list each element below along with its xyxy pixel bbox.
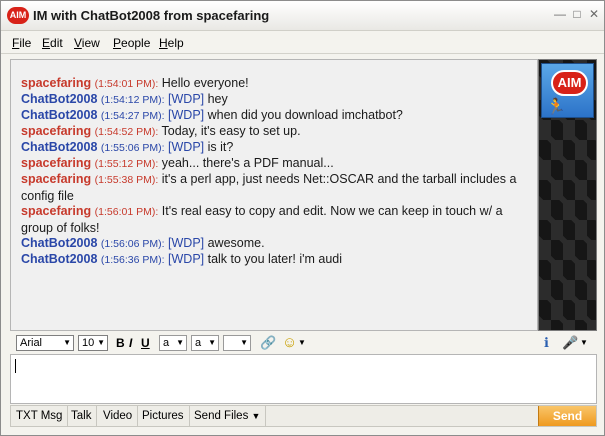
message-time: (1:54:27 PM):: [100, 110, 165, 122]
menu-view[interactable]: View: [74, 36, 100, 50]
format-toolbar: Arial ▼ 10 ▼ B I U a ▼ a ▼ ▼ 🔗 ☺ ▼ ℹ 🎤 ▼: [10, 332, 597, 354]
font-select[interactable]: Arial ▼: [16, 335, 74, 351]
send-button[interactable]: Send: [538, 406, 596, 426]
message-text: Hello everyone!: [161, 76, 249, 90]
message-sender: ChatBot2008: [21, 92, 98, 106]
chevron-down-icon[interactable]: ▼: [580, 335, 588, 351]
video-button[interactable]: Video: [98, 406, 139, 426]
message-sender: spacefaring: [21, 172, 92, 186]
maximize-button[interactable]: □: [569, 7, 585, 21]
message-text: is it?: [207, 140, 234, 154]
message-sender: spacefaring: [21, 156, 92, 170]
send-files-button[interactable]: Send Files ▼: [189, 406, 267, 426]
message-time: (1:55:06 PM):: [100, 142, 165, 154]
chat-message: spacefaring (1:54:52 PM): Today, it's ea…: [21, 123, 526, 140]
message-tag: [WDP]: [168, 92, 205, 106]
message-tag: [WDP]: [168, 236, 205, 250]
expression-panel: AIM 🏃: [538, 59, 597, 331]
message-tag: [WDP]: [168, 140, 205, 154]
chat-message: spacefaring (1:54:01 PM): Hello everyone…: [21, 75, 526, 92]
menu-edit[interactable]: Edit: [42, 36, 63, 50]
message-text: It's real easy to copy and edit. Now we …: [21, 204, 503, 235]
chat-message: spacefaring (1:56:01 PM): It's real easy…: [21, 203, 526, 236]
menu-bar: File Edit View People Help: [1, 32, 604, 54]
menu-file[interactable]: File: [12, 36, 31, 50]
chevron-down-icon: ▼: [97, 338, 105, 347]
text-color-glyph: a: [163, 337, 170, 349]
message-time: (1:56:06 PM):: [100, 238, 165, 250]
message-sender: ChatBot2008: [21, 140, 98, 154]
message-input[interactable]: [10, 354, 597, 404]
message-time: (1:56:36 PM):: [100, 254, 165, 266]
chat-message: ChatBot2008 (1:56:06 PM): [WDP] awesome.: [21, 235, 526, 252]
close-button[interactable]: ✕: [586, 7, 602, 21]
message-time: (1:54:52 PM):: [94, 126, 159, 138]
txt-msg-button[interactable]: TXT Msg: [11, 406, 69, 426]
chevron-down-icon: ▼: [63, 338, 71, 347]
message-text: yeah... there's a PDF manual...: [161, 156, 334, 170]
message-tag: [WDP]: [168, 252, 205, 266]
chevron-down-icon: ▼: [240, 338, 248, 347]
message-sender: spacefaring: [21, 76, 92, 90]
buddy-icon[interactable]: AIM 🏃: [541, 63, 594, 118]
im-window: AIM IM with ChatBot2008 from spacefaring…: [0, 0, 605, 436]
message-sender: ChatBot2008: [21, 108, 98, 122]
info-icon[interactable]: ℹ: [544, 335, 549, 351]
font-effect-button[interactable]: ▼: [223, 335, 251, 351]
message-time: (1:55:38 PM):: [94, 174, 159, 186]
message-text: awesome.: [207, 236, 265, 250]
send-files-label: Send Files: [194, 410, 249, 422]
chat-history[interactable]: spacefaring (1:54:01 PM): Hello everyone…: [10, 59, 538, 331]
microphone-icon[interactable]: 🎤: [562, 335, 578, 351]
font-size-value: 10: [82, 337, 95, 349]
chat-message: ChatBot2008 (1:54:12 PM): [WDP] hey: [21, 91, 526, 108]
menu-help[interactable]: Help: [159, 36, 184, 50]
minimize-button[interactable]: —: [552, 7, 568, 21]
chat-message: ChatBot2008 (1:56:36 PM): [WDP] talk to …: [21, 251, 526, 268]
message-sender: spacefaring: [21, 124, 92, 138]
message-sender: ChatBot2008: [21, 236, 98, 250]
message-time: (1:54:12 PM):: [100, 94, 165, 106]
title-bar[interactable]: AIM IM with ChatBot2008 from spacefaring…: [1, 1, 604, 31]
italic-button[interactable]: I: [129, 335, 132, 351]
message-tag: [WDP]: [168, 108, 205, 122]
window-title: IM with ChatBot2008 from spacefaring: [33, 8, 270, 23]
chevron-down-icon: ▼: [176, 338, 184, 347]
message-time: (1:55:12 PM):: [94, 158, 159, 170]
font-size-select[interactable]: 10 ▼: [78, 335, 108, 351]
message-text: when did you download imchatbot?: [207, 108, 403, 122]
text-color-button[interactable]: a ▼: [159, 335, 187, 351]
link-icon[interactable]: 🔗: [260, 335, 276, 351]
menu-people[interactable]: People: [113, 36, 150, 50]
message-time: (1:56:01 PM):: [94, 206, 159, 218]
message-text: talk to you later! i'm audi: [207, 252, 343, 266]
chevron-down-icon: ▼: [251, 411, 261, 421]
aim-logo-icon: AIM: [7, 7, 29, 24]
chat-message: spacefaring (1:55:12 PM): yeah... there'…: [21, 155, 526, 172]
text-caret: [15, 359, 16, 373]
action-bar: TXT Msg Talk Video Pictures Send Files ▼…: [10, 405, 597, 427]
chevron-down-icon[interactable]: ▼: [298, 335, 306, 351]
message-sender: ChatBot2008: [21, 252, 98, 266]
bold-button[interactable]: B: [116, 335, 125, 351]
pictures-button[interactable]: Pictures: [137, 406, 190, 426]
message-sender: spacefaring: [21, 204, 92, 218]
chat-message: ChatBot2008 (1:54:27 PM): [WDP] when did…: [21, 107, 526, 124]
background-color-glyph: a: [195, 337, 202, 349]
font-value: Arial: [20, 337, 43, 349]
chat-message: ChatBot2008 (1:55:06 PM): [WDP] is it?: [21, 139, 526, 156]
talk-button[interactable]: Talk: [66, 406, 98, 426]
chat-message: spacefaring (1:55:38 PM): it's a perl ap…: [21, 171, 526, 204]
aim-logo-icon: AIM: [551, 70, 588, 96]
message-time: (1:54:01 PM):: [94, 78, 159, 90]
message-text: hey: [207, 92, 228, 106]
message-text: Today, it's easy to set up.: [161, 124, 301, 138]
aim-runner-icon: 🏃: [546, 99, 566, 116]
background-color-button[interactable]: a ▼: [191, 335, 219, 351]
chevron-down-icon: ▼: [208, 338, 216, 347]
smiley-icon[interactable]: ☺: [282, 335, 297, 351]
underline-button[interactable]: U: [141, 335, 150, 351]
